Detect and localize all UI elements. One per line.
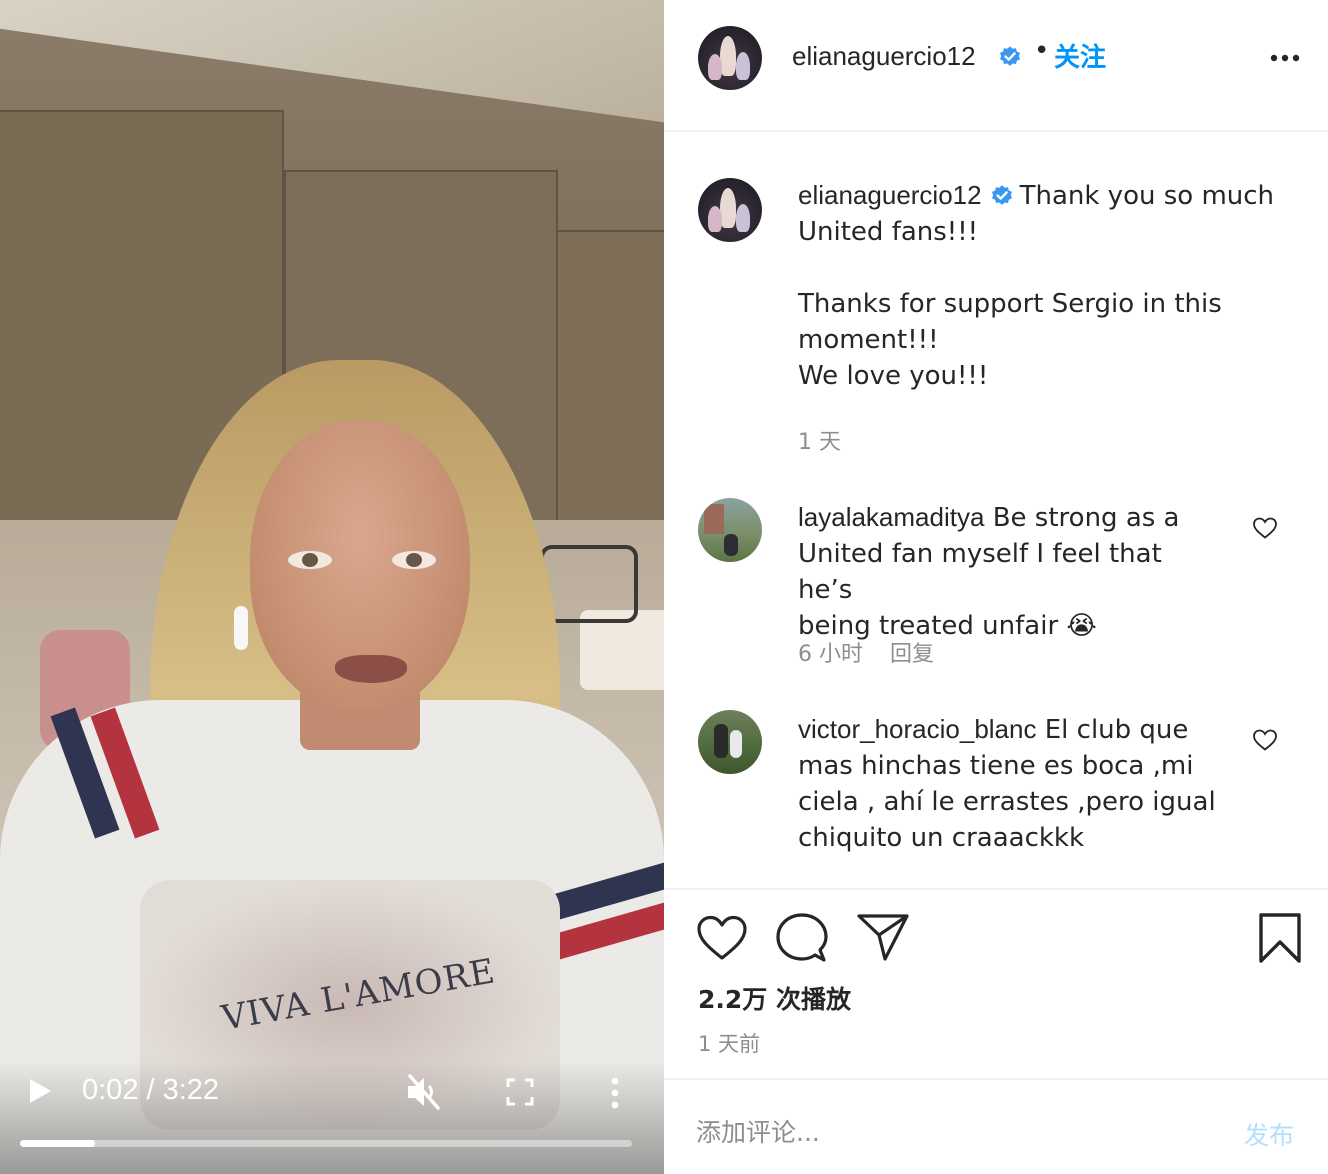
caption-timestamp[interactable]: 1 天 (798, 424, 841, 456)
post-caption: elianaguercio12 Thank you so much United … (798, 177, 1298, 394)
avatar[interactable] (698, 26, 762, 90)
instagram-post-view: VIVA L'AMORE 0:02 / 3:22 elianaguercio12… (0, 0, 1328, 1174)
share-icon[interactable] (856, 912, 910, 962)
comment-item: victor_horacio_blanc El club que mas hin… (798, 711, 1218, 856)
verified-badge-icon (1000, 46, 1020, 66)
add-comment-input[interactable] (694, 1106, 1218, 1158)
comment-like-heart-icon[interactable] (1252, 728, 1278, 752)
comment-text: United fan myself I feel that he’s (798, 539, 1162, 605)
header-separator: • (1034, 36, 1050, 66)
video-player[interactable]: VIVA L'AMORE 0:02 / 3:22 (0, 0, 664, 1174)
volume-muted-icon[interactable] (404, 1074, 442, 1110)
verified-badge-icon (991, 185, 1012, 205)
caption-text: Thanks for support Sergio in this (798, 289, 1222, 319)
reply-button[interactable]: 回复 (890, 636, 934, 668)
video-progress-fill (20, 1140, 95, 1147)
comment-like-heart-icon[interactable] (1252, 516, 1278, 540)
caption-text: moment!!! (798, 325, 939, 355)
post-comment-button[interactable]: 发布 (1244, 1116, 1294, 1152)
comment-username[interactable]: victor_horacio_blanc (798, 714, 1036, 744)
comment-timestamp[interactable]: 6 小时 (798, 636, 863, 668)
more-horizontal-icon[interactable] (1270, 54, 1300, 62)
caption-text: We love you!!! (798, 361, 989, 391)
header-username[interactable]: elianaguercio12 (792, 41, 976, 72)
bookmark-icon[interactable] (1258, 912, 1302, 964)
more-vertical-icon[interactable] (604, 1076, 626, 1110)
video-scene-chair (540, 545, 638, 623)
caption-line: elianaguercio12 Thank you so much (798, 177, 1298, 214)
crying-emoji: 😭 (1066, 611, 1097, 641)
comment-username[interactable]: layalakamaditya (798, 502, 984, 532)
video-scene-wall-panel (556, 230, 664, 534)
video-person-mouth (335, 655, 407, 683)
video-person-eye (288, 551, 332, 569)
comment-text: El club que (1044, 715, 1189, 745)
heart-icon[interactable] (696, 914, 748, 962)
video-person-earbud (234, 606, 248, 650)
caption-username[interactable]: elianaguercio12 (798, 180, 982, 210)
comment-text: mas hinchas tiene es boca ,mi (798, 751, 1194, 781)
video-time-display: 0:02 / 3:22 (82, 1074, 220, 1106)
video-progress-bar[interactable] (20, 1140, 632, 1147)
comment-item: layalakamaditya Be strong as a United fa… (798, 499, 1218, 644)
comment-text: chiquito un craaackkk (798, 823, 1085, 853)
caption-avatar[interactable] (698, 178, 762, 242)
caption-text: Thank you so much (1019, 181, 1275, 211)
follow-button[interactable]: 关注 (1054, 37, 1106, 74)
comment-text: ciela , ahí le errastes ,pero igual (798, 787, 1216, 817)
comment-avatar[interactable] (698, 710, 762, 774)
comment-avatar[interactable] (698, 498, 762, 562)
comment-icon[interactable] (776, 912, 828, 964)
play-icon[interactable] (28, 1078, 52, 1104)
caption-text: United fans!!! (798, 217, 979, 247)
play-count[interactable]: 2.2万 次播放 (698, 980, 851, 1016)
post-sidebar: elianaguercio12 • 关注 elianaguercio12 Than… (664, 0, 1328, 1174)
video-person-eye (392, 551, 436, 569)
post-timestamp[interactable]: 1 天前 (698, 1028, 760, 1058)
comment-text: Be strong as a (992, 503, 1180, 533)
post-header: elianaguercio12 • 关注 (664, 0, 1328, 132)
fullscreen-icon[interactable] (506, 1078, 534, 1106)
